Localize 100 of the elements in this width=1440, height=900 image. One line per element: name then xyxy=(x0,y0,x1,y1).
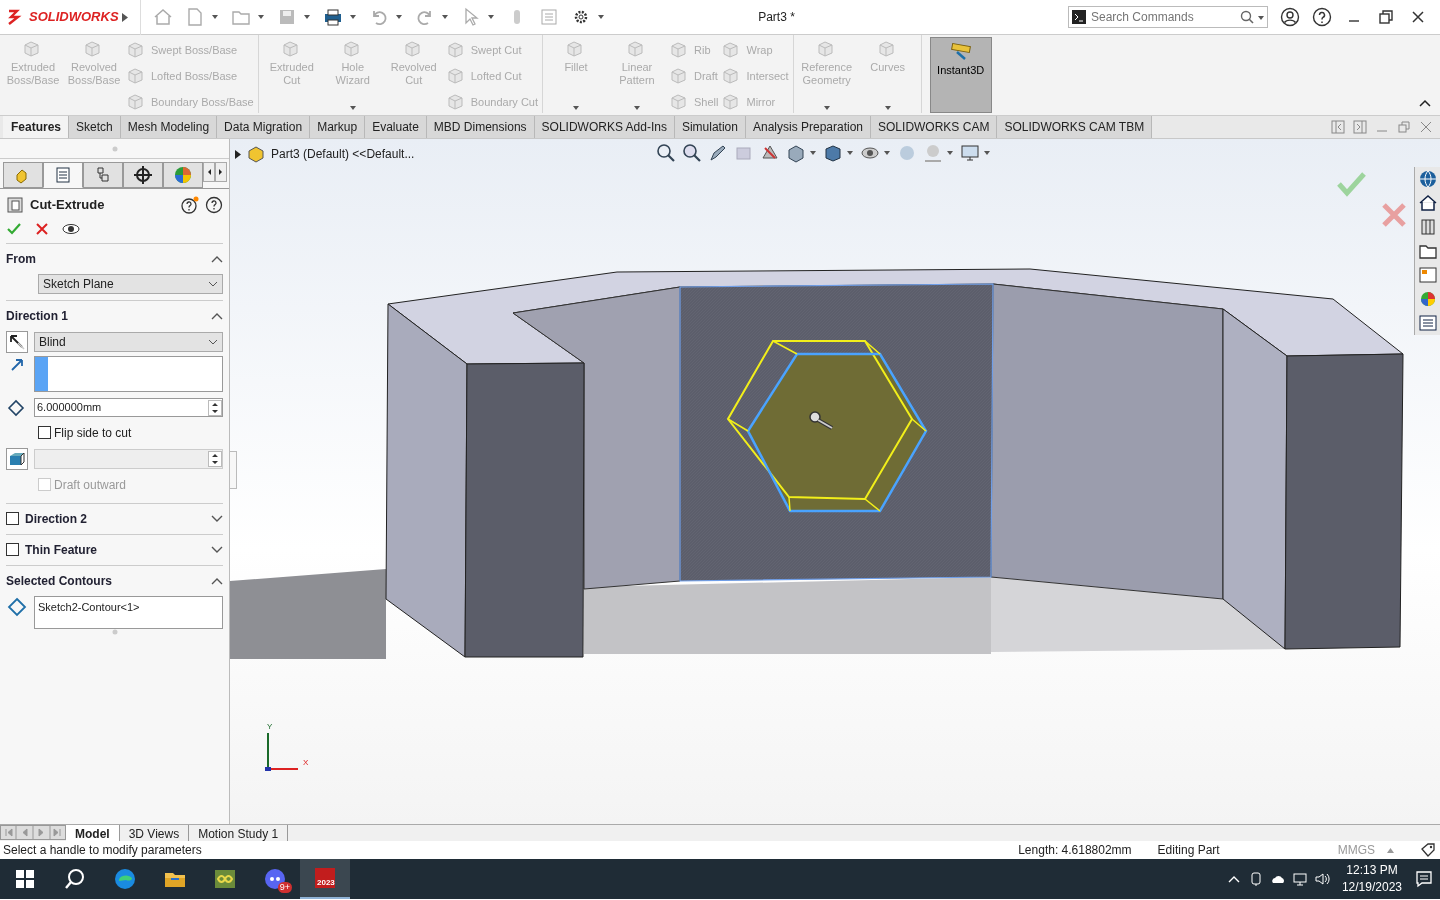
command-tab[interactable]: Features xyxy=(3,115,70,138)
clock[interactable]: 12:13 PM 12/19/2023 xyxy=(1335,862,1408,896)
checkbox-label[interactable]: Flip side to cut xyxy=(54,423,132,442)
zoom-area-icon[interactable] xyxy=(682,143,702,163)
list-icon xyxy=(53,165,73,185)
cancel-icon[interactable] xyxy=(34,220,50,237)
checkbox[interactable] xyxy=(6,543,19,556)
whats-new-help-icon[interactable] xyxy=(181,195,199,214)
section-title[interactable]: Direction 2 xyxy=(25,509,205,528)
command-tab[interactable]: Markup xyxy=(309,115,366,138)
part-block-icon xyxy=(126,40,146,60)
draft-angle-field[interactable] xyxy=(34,448,223,469)
print-icon[interactable] xyxy=(323,7,343,27)
collapse-chevron-icon[interactable] xyxy=(211,311,223,320)
restore-icon[interactable] xyxy=(1376,7,1396,27)
depth-field[interactable]: 6.000000mm xyxy=(34,398,223,417)
caret-icon[interactable] xyxy=(441,14,449,20)
custom-properties-icon[interactable] xyxy=(1417,313,1438,333)
contour-icon xyxy=(6,595,28,618)
contour-list-box[interactable]: Sketch2-Contour<1> xyxy=(34,595,223,629)
caret-icon[interactable] xyxy=(395,14,403,20)
dimxpert-tab[interactable] xyxy=(123,162,163,188)
part-block-icon xyxy=(445,92,466,112)
globe-icon[interactable] xyxy=(1417,169,1438,189)
command-tab[interactable]: Evaluate xyxy=(364,115,427,138)
caret-icon[interactable] xyxy=(487,14,495,20)
command-tab[interactable]: SOLIDWORKS CAM xyxy=(870,115,998,138)
caret-icon[interactable] xyxy=(846,150,854,156)
caret-icon[interactable] xyxy=(946,150,954,156)
section-title[interactable]: Selected Contours xyxy=(6,571,205,590)
scroll-right-icon[interactable] xyxy=(215,162,227,182)
caret-icon[interactable] xyxy=(349,14,357,20)
network-icon[interactable] xyxy=(1291,871,1308,887)
confirm-check-icon[interactable] xyxy=(1336,171,1366,197)
spinner-arrows-icon[interactable] xyxy=(208,399,222,416)
view-palette-icon[interactable] xyxy=(1417,265,1438,285)
drag-handle-icon[interactable] xyxy=(808,411,836,431)
expand-arrow-icon[interactable] xyxy=(121,12,128,22)
collapse-chevron-icon[interactable] xyxy=(211,254,223,263)
crosshair-icon xyxy=(133,165,153,185)
reverse-direction-icon[interactable] xyxy=(6,330,28,353)
section-title[interactable]: Thin Feature xyxy=(25,540,205,559)
caret-icon[interactable] xyxy=(211,14,219,20)
pencil-icon[interactable] xyxy=(708,143,728,163)
splitter-handle[interactable] xyxy=(230,451,237,489)
checkbox[interactable] xyxy=(38,426,51,439)
feature-tree-root[interactable]: Part3 (Default) <<Default... xyxy=(271,145,415,163)
taskbar-app[interactable]: 9+ xyxy=(250,859,300,899)
collapse-ribbon-icon[interactable] xyxy=(1419,99,1431,107)
length-readout: Length: 4.618802mm xyxy=(1018,842,1132,859)
section-title[interactable]: Direction 1 xyxy=(6,306,205,325)
help-icon[interactable] xyxy=(205,195,223,214)
part-block-icon xyxy=(669,92,689,112)
instant3d-button[interactable]: Instant3D xyxy=(929,37,992,113)
caret-up-icon xyxy=(1387,847,1394,853)
command-tab[interactable]: SOLIDWORKS CAM TBM xyxy=(996,115,1153,138)
notification-icon[interactable] xyxy=(1414,869,1434,889)
home-icon[interactable] xyxy=(1417,193,1438,213)
expand-chevron-icon[interactable] xyxy=(211,545,223,554)
model-tab[interactable]: Model xyxy=(66,825,120,841)
command-tab[interactable]: Sketch xyxy=(68,115,121,138)
panel-right-icon[interactable] xyxy=(1352,119,1368,135)
property-manager-tab[interactable] xyxy=(43,162,83,188)
caret-icon[interactable] xyxy=(303,14,311,20)
splitter-handle-icon[interactable] xyxy=(111,145,118,152)
display-manager-tab[interactable] xyxy=(163,162,203,188)
search-bar[interactable]: Search Commands xyxy=(1068,6,1268,28)
caret-icon[interactable] xyxy=(809,150,817,156)
taskbar-app[interactable]: 2023 xyxy=(300,859,350,899)
command-tab[interactable]: Data Migration xyxy=(216,115,311,138)
account-icon[interactable] xyxy=(1280,7,1300,27)
caret-icon[interactable] xyxy=(883,150,891,156)
section-title[interactable]: From xyxy=(6,249,205,268)
dropdown[interactable]: Blind xyxy=(34,331,223,352)
part-block-icon xyxy=(445,40,466,60)
scroll-left-icon[interactable] xyxy=(203,162,215,182)
spinner-arrows-icon[interactable] xyxy=(208,450,222,467)
status-message: Select a handle to modify parameters xyxy=(2,842,203,859)
resize-handle-icon[interactable] xyxy=(111,628,118,635)
speaker-icon[interactable] xyxy=(1313,871,1330,887)
draft-icon[interactable] xyxy=(6,447,28,470)
tag-icon[interactable] xyxy=(1420,842,1436,858)
direction-list-box[interactable] xyxy=(34,355,223,392)
help-icon[interactable] xyxy=(1312,7,1332,27)
list-item[interactable]: Sketch2-Contour<1> xyxy=(38,598,219,615)
axis-label: X xyxy=(303,759,309,767)
caret-icon[interactable] xyxy=(257,14,265,20)
caret-icon[interactable] xyxy=(597,14,605,20)
expand-chevron-icon[interactable] xyxy=(211,514,223,523)
dropdown[interactable]: Sketch Plane xyxy=(38,273,223,294)
caret-icon[interactable] xyxy=(983,150,991,156)
panel-left-icon[interactable] xyxy=(1330,119,1346,135)
checkbox[interactable] xyxy=(6,512,19,525)
zoom-to-fit-icon[interactable] xyxy=(656,143,676,163)
collapse-chevron-icon[interactable] xyxy=(211,576,223,585)
expand-arrow-icon[interactable] xyxy=(235,149,241,159)
command-tab[interactable]: SOLIDWORKS Add-Ins xyxy=(533,115,675,138)
part-block-icon xyxy=(445,66,466,86)
terminal-icon xyxy=(1072,10,1086,24)
monitor-icon[interactable] xyxy=(960,143,980,163)
